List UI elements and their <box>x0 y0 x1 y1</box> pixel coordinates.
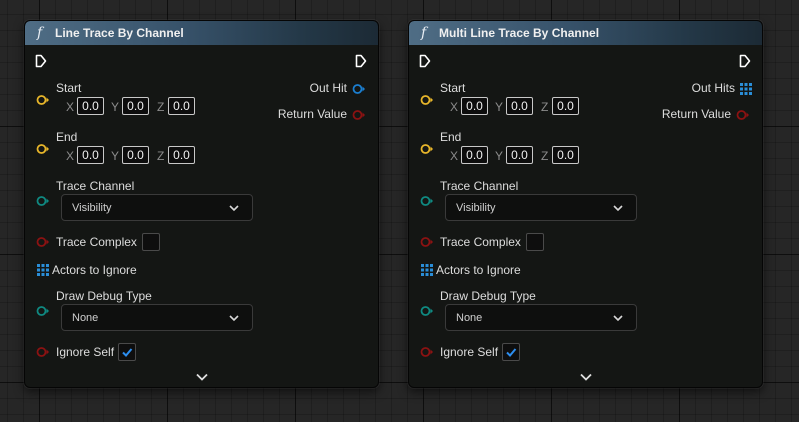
start-pin-icon[interactable] <box>420 94 434 106</box>
node-title: Multi Line Trace By Channel <box>439 26 600 40</box>
trace-channel-pin-icon[interactable] <box>36 195 50 207</box>
chevron-down-icon <box>613 205 623 212</box>
x-axis-label: X <box>450 100 459 114</box>
trace-complex-label: Trace Complex <box>440 235 521 249</box>
out-hit-label: Out Hit <box>309 81 347 95</box>
node-header[interactable]: f Line Trace By Channel <box>25 21 378 45</box>
trace-complex-pin-icon[interactable] <box>420 236 434 248</box>
chevron-down-icon <box>229 315 239 322</box>
exec-out-pin-icon[interactable] <box>355 54 367 68</box>
y-axis-label: Y <box>495 149 504 163</box>
draw-debug-type-pin-icon[interactable] <box>420 305 434 317</box>
end-y-field[interactable]: 0.0 <box>506 146 533 164</box>
out-hits-array-pin-icon[interactable] <box>739 83 753 95</box>
start-x-field[interactable]: 0.0 <box>461 97 488 115</box>
checkmark-icon <box>506 348 517 357</box>
ignore-self-label: Ignore Self <box>56 345 115 359</box>
x-axis-label: X <box>450 149 459 163</box>
draw-debug-type-pin-icon[interactable] <box>36 305 50 317</box>
y-axis-label: Y <box>111 100 120 114</box>
start-z-field[interactable]: 0.0 <box>552 97 579 115</box>
start-z-field[interactable]: 0.0 <box>168 97 195 115</box>
trace-complex-checkbox[interactable] <box>142 233 160 251</box>
return-value-pin-icon[interactable] <box>736 109 750 121</box>
start-x-field[interactable]: 0.0 <box>77 97 104 115</box>
return-value-label: Return Value <box>277 107 347 121</box>
draw-debug-type-dropdown[interactable]: None <box>61 304 253 331</box>
end-y-field[interactable]: 0.0 <box>122 146 149 164</box>
ignore-self-label: Ignore Self <box>440 345 499 359</box>
trace-channel-dropdown[interactable]: Visibility <box>445 194 637 221</box>
chevron-down-icon <box>613 315 623 322</box>
end-x-field[interactable]: 0.0 <box>461 146 488 164</box>
return-value-pin-icon[interactable] <box>352 109 366 121</box>
expand-chevron-icon[interactable] <box>195 372 209 382</box>
end-pin-icon[interactable] <box>420 143 434 155</box>
start-y-field[interactable]: 0.0 <box>122 97 149 115</box>
function-f-icon: f <box>421 25 427 41</box>
node-title: Line Trace By Channel <box>55 26 184 40</box>
draw-debug-type-value: None <box>72 311 99 324</box>
line-trace-by-channel-node[interactable]: f Line Trace By Channel Start X 0.0 Y 0.… <box>24 20 379 388</box>
expand-chevron-icon[interactable] <box>579 372 593 382</box>
end-label: End <box>56 130 78 144</box>
exec-out-pin-icon[interactable] <box>739 54 751 68</box>
out-hit-pin-icon[interactable] <box>352 83 366 95</box>
x-axis-label: X <box>66 149 75 163</box>
z-axis-label: Z <box>157 100 165 114</box>
trace-complex-checkbox[interactable] <box>526 233 544 251</box>
start-pin-icon[interactable] <box>36 94 50 106</box>
y-axis-label: Y <box>495 100 504 114</box>
end-z-field[interactable]: 0.0 <box>168 146 195 164</box>
trace-channel-dropdown[interactable]: Visibility <box>61 194 253 221</box>
y-axis-label: Y <box>111 149 120 163</box>
start-label: Start <box>56 81 82 95</box>
draw-debug-type-value: None <box>456 311 483 324</box>
z-axis-label: Z <box>157 149 165 163</box>
trace-channel-label: Trace Channel <box>56 179 135 193</box>
exec-in-pin-icon[interactable] <box>35 54 47 68</box>
z-axis-label: Z <box>541 100 549 114</box>
multi-line-trace-by-channel-node[interactable]: f Multi Line Trace By Channel Start X 0.… <box>408 20 763 388</box>
actors-to-ignore-label: Actors to Ignore <box>436 263 521 277</box>
ignore-self-checkbox[interactable] <box>118 343 136 361</box>
draw-debug-type-dropdown[interactable]: None <box>445 304 637 331</box>
ignore-self-pin-icon[interactable] <box>420 346 434 358</box>
end-x-field[interactable]: 0.0 <box>77 146 104 164</box>
start-y-field[interactable]: 0.0 <box>506 97 533 115</box>
actors-to-ignore-label: Actors to Ignore <box>52 263 137 277</box>
chevron-down-icon <box>229 205 239 212</box>
trace-channel-pin-icon[interactable] <box>420 195 434 207</box>
exec-in-pin-icon[interactable] <box>419 54 431 68</box>
trace-channel-label: Trace Channel <box>440 179 519 193</box>
ignore-self-pin-icon[interactable] <box>36 346 50 358</box>
array-grid-pin-icon[interactable] <box>36 264 50 276</box>
draw-debug-type-label: Draw Debug Type <box>56 289 152 303</box>
start-label: Start <box>440 81 466 95</box>
trace-channel-value: Visibility <box>456 201 496 214</box>
z-axis-label: Z <box>541 149 549 163</box>
draw-debug-type-label: Draw Debug Type <box>440 289 536 303</box>
array-grid-pin-icon[interactable] <box>420 264 434 276</box>
end-pin-icon[interactable] <box>36 143 50 155</box>
end-label: End <box>440 130 462 144</box>
trace-complex-pin-icon[interactable] <box>36 236 50 248</box>
return-value-label: Return Value <box>661 107 731 121</box>
x-axis-label: X <box>66 100 75 114</box>
node-header[interactable]: f Multi Line Trace By Channel <box>409 21 762 45</box>
ignore-self-checkbox[interactable] <box>502 343 520 361</box>
function-f-icon: f <box>37 25 43 41</box>
trace-channel-value: Visibility <box>72 201 112 214</box>
end-z-field[interactable]: 0.0 <box>552 146 579 164</box>
out-hits-label: Out Hits <box>691 81 735 95</box>
trace-complex-label: Trace Complex <box>56 235 137 249</box>
checkmark-icon <box>122 348 133 357</box>
